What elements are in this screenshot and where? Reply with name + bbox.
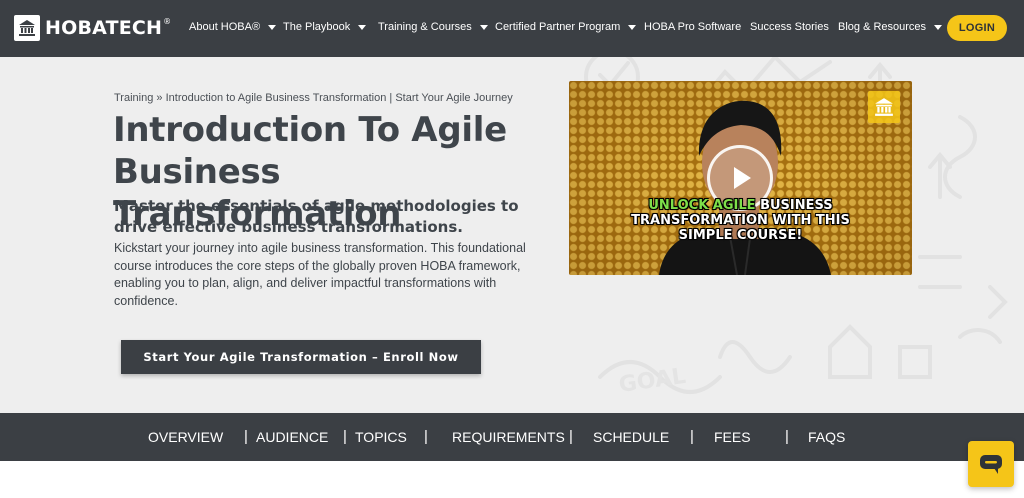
caret-down-icon [479, 24, 488, 30]
tab-audience[interactable]: AUDIENCE [256, 429, 328, 445]
breadcrumb-training-link[interactable]: Training [114, 92, 153, 104]
bank-icon [14, 15, 40, 41]
nav-success-stories[interactable]: Success Stories [750, 21, 829, 33]
chat-bubble-icon [980, 455, 1002, 474]
breadcrumb-separator: » [156, 92, 163, 104]
tab-topics[interactable]: TOPICS [355, 429, 407, 445]
tab-overview[interactable]: OVERVIEW [148, 429, 223, 445]
svg-text:GOAL: GOAL [617, 364, 687, 398]
caret-down-icon [358, 24, 367, 30]
tab-separator: | [690, 428, 694, 445]
tab-separator: | [785, 428, 789, 445]
tab-separator: | [424, 428, 428, 445]
tab-schedule[interactable]: SCHEDULE [593, 429, 669, 445]
nav-training-courses[interactable]: Training & Courses [378, 21, 488, 33]
bank-icon [868, 91, 900, 123]
caret-down-icon [628, 24, 637, 30]
breadcrumb-divider: | [389, 92, 393, 104]
breadcrumb: Training » Introduction to Agile Busines… [114, 92, 513, 104]
tab-requirements[interactable]: REQUIREMENTS [452, 429, 565, 445]
tab-fees[interactable]: FEES [714, 429, 751, 445]
video-caption: UNLOCK AGILE BUSINESS TRANSFORMATION WIT… [631, 198, 850, 243]
breadcrumb-course-link[interactable]: Introduction to Agile Business Transform… [166, 92, 387, 104]
section-tabs: OVERVIEW | AUDIENCE | TOPICS | REQUIREME… [0, 413, 1024, 461]
caret-down-icon [268, 24, 277, 30]
logo-text: HOBATECH® [45, 17, 172, 39]
nav-blog-resources[interactable]: Blog & Resources [838, 21, 943, 33]
nav-certified-partner-program[interactable]: Certified Partner Program [495, 21, 637, 33]
tab-separator: | [343, 428, 347, 445]
logo[interactable]: HOBATECH® [14, 15, 171, 41]
chat-widget-button[interactable] [968, 441, 1014, 487]
tab-faqs[interactable]: FAQS [808, 429, 845, 445]
breadcrumb-current: Start Your Agile Journey [395, 92, 513, 104]
caret-down-icon [934, 24, 943, 30]
nav-the-playbook[interactable]: The Playbook [283, 21, 367, 33]
tab-separator: | [569, 428, 573, 445]
nav-about-hoba[interactable]: About HOBA® [189, 21, 277, 33]
login-button[interactable]: LOGIN [947, 15, 1007, 41]
enroll-now-button[interactable]: Start Your Agile Transformation – Enroll… [121, 340, 481, 374]
nav-hoba-pro-software[interactable]: HOBA Pro Software [644, 21, 741, 33]
tab-separator: | [244, 428, 248, 445]
top-navigation: HOBATECH® About HOBA® The Playbook Train… [0, 0, 1024, 57]
course-description: Kickstart your journey into agile busine… [114, 241, 526, 308]
page-subtitle: Master the essentials of agile methodolo… [114, 197, 519, 236]
course-video-player[interactable]: UNLOCK AGILE BUSINESS TRANSFORMATION WIT… [569, 81, 912, 275]
